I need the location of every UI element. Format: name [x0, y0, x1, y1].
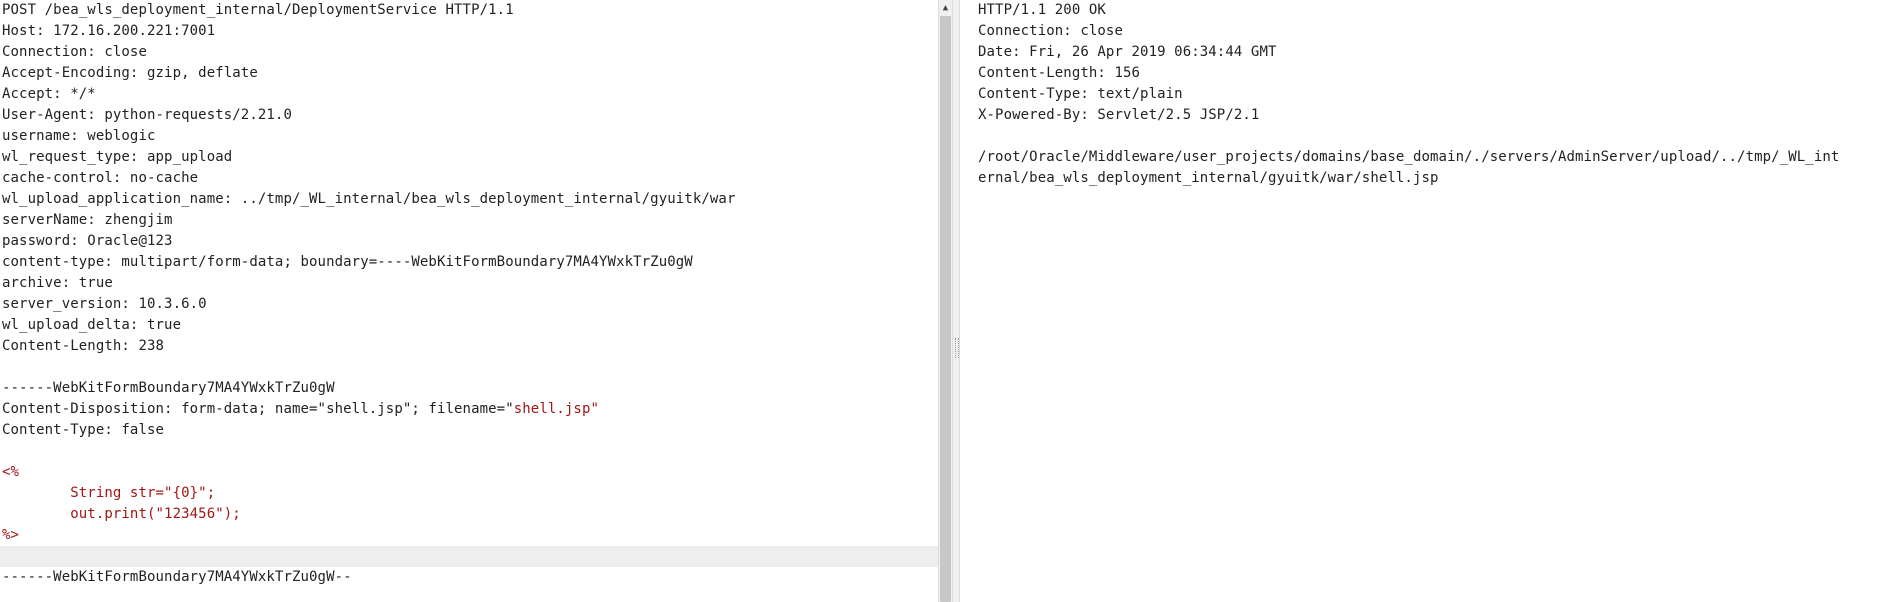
response-line: Date: Fri, 26 Apr 2019 06:34:44 GMT: [978, 44, 1277, 60]
request-editor[interactable]: POST /bea_wls_deployment_internal/Deploy…: [0, 0, 938, 602]
response-line: /root/Oracle/Middleware/user_projects/do…: [978, 149, 1840, 165]
response-line: ernal/bea_wls_deployment_internal/gyuitk…: [978, 170, 1439, 186]
content-type-line: Content-Type: false: [2, 422, 165, 438]
request-line: wl_request_type: app_upload: [2, 149, 233, 165]
disposition-filename: shell.jsp: [513, 401, 591, 417]
request-line: archive: true: [2, 275, 113, 291]
jsp-line: String str="{0}";: [2, 485, 216, 501]
pane-splitter[interactable]: [952, 0, 960, 602]
request-line: Host: 172.16.200.221:7001: [2, 23, 216, 39]
response-line: [978, 126, 1904, 147]
request-line: User-Agent: python-requests/2.21.0: [2, 107, 292, 123]
current-line-highlight[interactable]: [0, 546, 938, 567]
request-line: wl_upload_delta: true: [2, 317, 182, 333]
disposition-suffix: ": [590, 401, 600, 417]
response-viewer[interactable]: HTTP/1.1 200 OK Connection: close Date: …: [960, 0, 1904, 602]
jsp-line: %>: [2, 527, 20, 543]
response-line: Connection: close: [978, 23, 1123, 39]
request-line: ------WebKitFormBoundary7MA4YWxkTrZu0gW: [2, 380, 335, 396]
request-line: POST /bea_wls_deployment_internal/Deploy…: [2, 2, 514, 18]
request-line: username: weblogic: [2, 128, 156, 144]
request-line: Accept-Encoding: gzip, deflate: [2, 65, 258, 81]
response-line: Content-Length: 156: [978, 65, 1141, 81]
splitter-grip-icon[interactable]: [955, 338, 959, 358]
request-line: server_version: 10.3.6.0: [2, 296, 207, 312]
request-lines: POST /bea_wls_deployment_internal/Deploy…: [0, 0, 938, 588]
request-line: serverName: zhengjim: [2, 212, 173, 228]
closing-boundary-line: ------WebKitFormBoundary7MA4YWxkTrZu0gW-…: [2, 569, 352, 585]
scroll-up-arrow-icon[interactable]: ▲: [939, 2, 952, 14]
request-line: wl_upload_application_name: ../tmp/_WL_i…: [2, 191, 736, 207]
response-line: X-Powered-By: Servlet/2.5 JSP/2.1: [978, 107, 1260, 123]
request-line: Connection: close: [2, 44, 147, 60]
request-line: content-type: multipart/form-data; bound…: [2, 254, 693, 270]
request-line: Accept: */*: [2, 86, 96, 102]
request-line: Content-Length: 238: [2, 338, 165, 354]
request-line: [2, 357, 938, 378]
request-scrollbar[interactable]: ▲: [938, 0, 952, 602]
jsp-line: <%: [2, 464, 20, 480]
request-line: password: Oracle@123: [2, 233, 173, 249]
jsp-line: out.print("123456");: [2, 506, 241, 522]
request-line: cache-control: no-cache: [2, 170, 199, 186]
response-lines: HTTP/1.1 200 OK Connection: close Date: …: [978, 0, 1904, 189]
scrollbar-thumb[interactable]: [940, 16, 951, 602]
disposition-prefix: Content-Disposition: form-data; name="sh…: [2, 401, 514, 417]
content-disposition-line: Content-Disposition: form-data; name="sh…: [2, 399, 938, 420]
response-line: Content-Type: text/plain: [978, 86, 1183, 102]
response-line: HTTP/1.1 200 OK: [978, 2, 1106, 18]
